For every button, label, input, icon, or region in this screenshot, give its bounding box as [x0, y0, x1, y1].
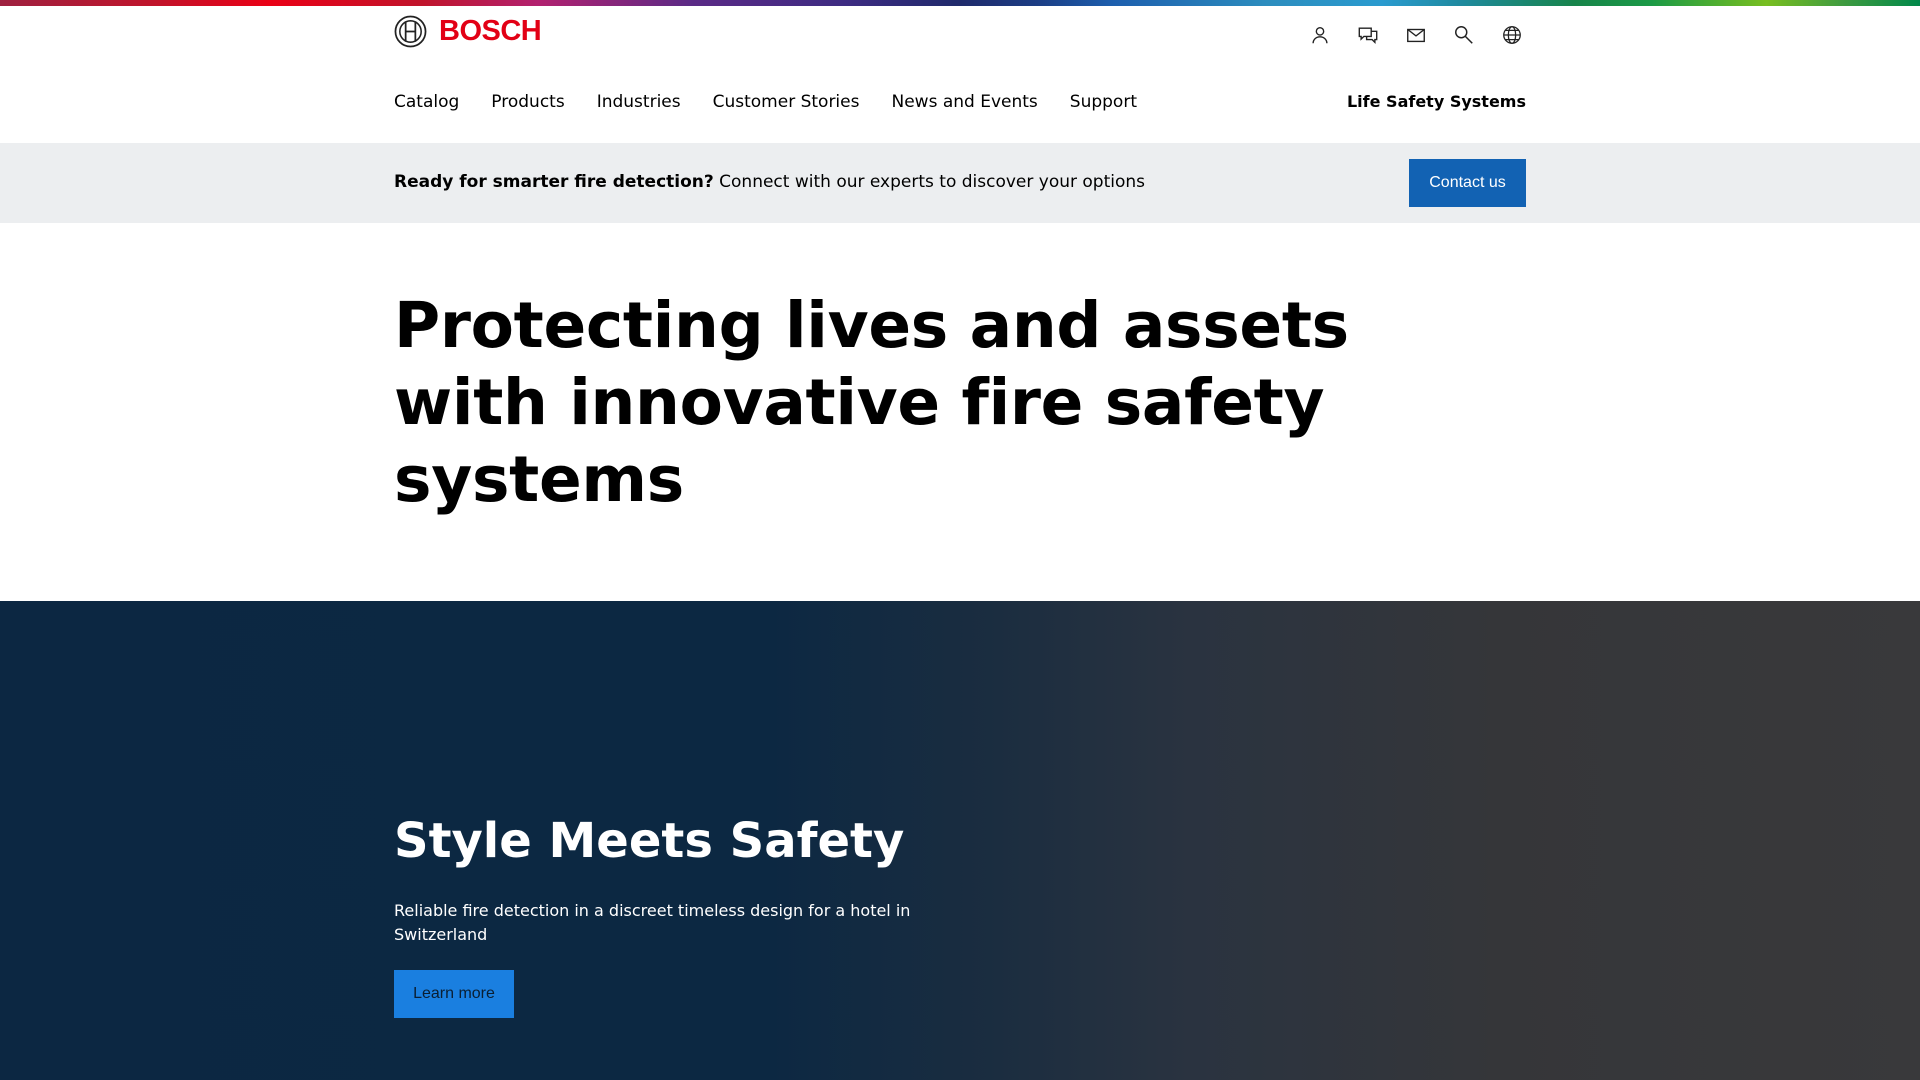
nav-news-and-events[interactable]: News and Events [891, 92, 1037, 112]
main-nav: Catalog Products Industries Customer Sto… [394, 92, 1137, 112]
chat-icon [1358, 27, 1378, 44]
user-button[interactable] [1296, 18, 1344, 52]
learn-more-button[interactable]: Learn more [394, 970, 514, 1018]
bosch-logo[interactable]: BOSCH [394, 14, 542, 48]
brand-name: BOSCH [439, 14, 542, 47]
search-icon [1455, 26, 1473, 44]
mail-button[interactable] [1392, 18, 1440, 52]
banner-text: Ready for smarter fire detection? Connec… [394, 172, 1145, 192]
globe-icon [1503, 26, 1521, 44]
nav-customer-stories[interactable]: Customer Stories [713, 92, 860, 112]
utility-nav [1296, 18, 1536, 52]
banner-headline: Ready for smarter fire detection? [394, 172, 714, 192]
nav-industries[interactable]: Industries [597, 92, 681, 112]
nav-catalog[interactable]: Catalog [394, 92, 459, 112]
nav-support[interactable]: Support [1070, 92, 1137, 112]
mail-icon [1407, 28, 1425, 43]
division-name: Life Safety Systems [1346, 92, 1526, 111]
contact-us-button[interactable]: Contact us [1409, 159, 1526, 207]
search-button[interactable] [1440, 18, 1488, 52]
bosch-armature-icon [394, 15, 427, 47]
feature-teaser: Style Meets Safety Reliable fire detecti… [0, 601, 1920, 1080]
user-icon [1312, 26, 1328, 44]
contact-banner: Ready for smarter fire detection? Connec… [0, 143, 1920, 223]
feature-title: Style Meets Safety [394, 813, 905, 869]
feature-description: Reliable fire detection in a discreet ti… [394, 901, 911, 944]
site-header: BOSCH Catalog Products Industries Custom… [0, 6, 1920, 143]
hero-section: Protecting lives and assets with innovat… [0, 223, 1920, 601]
page-title: Protecting lives and assets with innovat… [394, 289, 1349, 516]
chat-button[interactable] [1344, 18, 1392, 52]
language-button[interactable] [1488, 18, 1536, 52]
banner-message: Connect with our experts to discover you… [713, 172, 1146, 192]
nav-products[interactable]: Products [491, 92, 564, 112]
